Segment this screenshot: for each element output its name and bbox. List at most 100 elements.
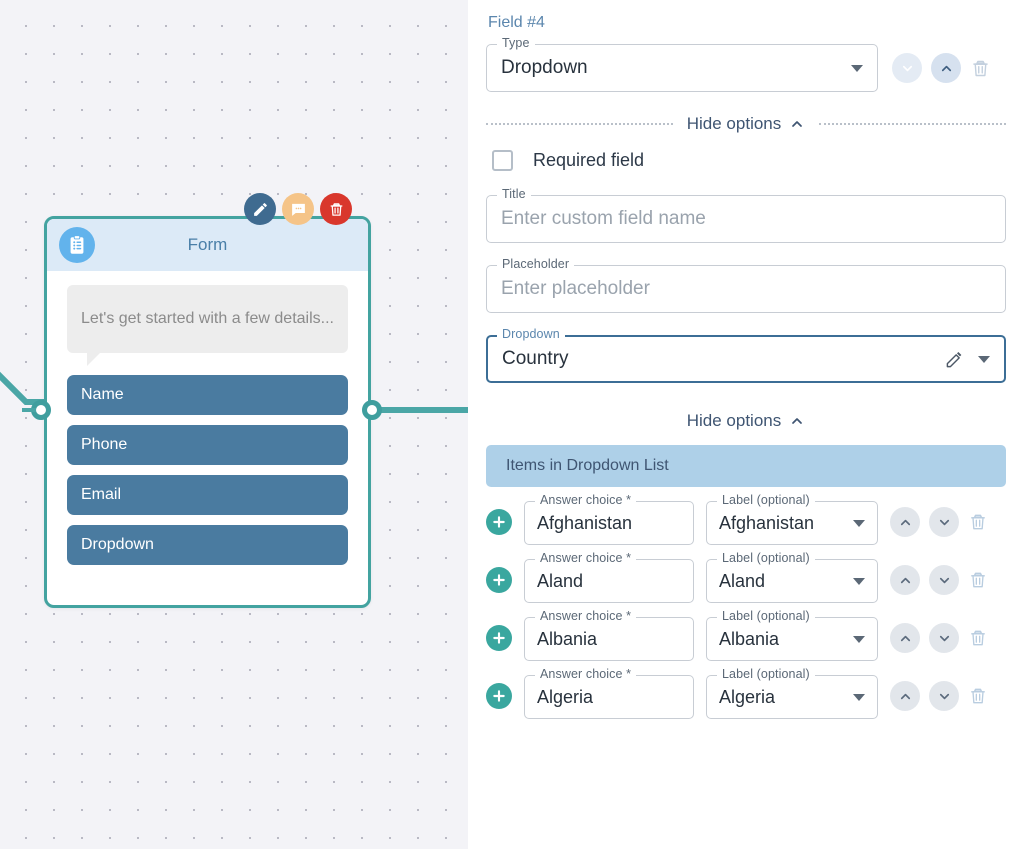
type-label: Type	[497, 36, 535, 50]
move-item-down-button[interactable]	[929, 623, 959, 653]
comment-node-button[interactable]	[282, 193, 314, 225]
move-field-down-button[interactable]	[892, 53, 922, 83]
answer-choice-input[interactable]: Answer choice * Aland	[524, 559, 694, 603]
answer-choice-input[interactable]: Answer choice * Afghanistan	[524, 501, 694, 545]
item-label-value: Afghanistan	[719, 513, 814, 534]
item-row-actions	[890, 565, 988, 595]
delete-item-button[interactable]	[968, 570, 988, 590]
form-field-chip-email[interactable]: Email	[67, 475, 348, 515]
title-input-label: Title	[497, 187, 531, 201]
form-field-chip-name[interactable]: Name	[67, 375, 348, 415]
pencil-icon	[252, 201, 269, 218]
move-field-up-button[interactable]	[931, 53, 961, 83]
title-input[interactable]: Title Enter custom field name	[486, 195, 1006, 243]
answer-choice-input[interactable]: Answer choice * Algeria	[524, 675, 694, 719]
move-item-up-button[interactable]	[890, 565, 920, 595]
hide-options-toggle-top[interactable]: Hide options	[687, 114, 806, 134]
node-input-port[interactable]	[31, 400, 51, 420]
item-label-label: Label (optional)	[717, 551, 815, 565]
chevron-up-icon	[898, 631, 913, 646]
dropdown-item-row: Answer choice * Algeria Label (optional)…	[486, 675, 1006, 719]
hide-options-row-second: Hide options	[486, 411, 1006, 431]
chevron-up-icon	[898, 689, 913, 704]
placeholder-input-placeholder: Enter placeholder	[501, 278, 650, 300]
item-label-label: Label (optional)	[717, 667, 815, 681]
form-field-chip-dropdown[interactable]: Dropdown	[67, 525, 348, 565]
item-label-label: Label (optional)	[717, 493, 815, 507]
chevron-down-icon	[937, 515, 952, 530]
trash-icon	[968, 628, 988, 648]
item-label-value: Aland	[719, 571, 765, 592]
form-node[interactable]: Form Let's get started with a few detail…	[44, 216, 371, 608]
item-row-actions	[890, 507, 988, 537]
caret-down-icon	[853, 636, 865, 643]
add-item-button[interactable]	[486, 509, 512, 535]
page-title: Field #4	[488, 14, 1006, 32]
item-row-actions	[890, 623, 988, 653]
node-output-port[interactable]	[362, 400, 382, 420]
answer-choice-value: Albania	[537, 629, 597, 650]
divider-left	[486, 123, 673, 125]
delete-item-button[interactable]	[968, 628, 988, 648]
move-item-up-button[interactable]	[890, 507, 920, 537]
hide-options-label: Hide options	[687, 114, 782, 134]
edit-node-button[interactable]	[244, 193, 276, 225]
delete-field-button[interactable]	[970, 58, 991, 79]
item-label-select[interactable]: Label (optional) Aland	[706, 559, 878, 603]
type-select[interactable]: Type Dropdown	[486, 44, 878, 92]
required-field-row: Required field	[492, 150, 1006, 171]
item-label-value: Albania	[719, 629, 779, 650]
answer-choice-input[interactable]: Answer choice * Albania	[524, 617, 694, 661]
delete-item-button[interactable]	[968, 686, 988, 706]
hide-options-divider-top: Hide options	[486, 114, 1006, 134]
add-item-button[interactable]	[486, 683, 512, 709]
plus-icon	[491, 514, 507, 530]
dropdown-source-select[interactable]: Dropdown Country	[486, 335, 1006, 383]
move-item-up-button[interactable]	[890, 623, 920, 653]
item-label-select[interactable]: Label (optional) Albania	[706, 617, 878, 661]
placeholder-input[interactable]: Placeholder Enter placeholder	[486, 265, 1006, 313]
dropdown-source-label: Dropdown	[497, 327, 565, 341]
chevron-down-icon	[937, 573, 952, 588]
item-row-actions	[890, 681, 988, 711]
type-row: Type Dropdown	[486, 44, 1006, 92]
answer-choice-label: Answer choice *	[535, 551, 636, 565]
answer-choice-label: Answer choice *	[535, 609, 636, 623]
add-item-button[interactable]	[486, 567, 512, 593]
form-node-title: Form	[95, 235, 320, 255]
dropdown-source-value: Country	[502, 348, 569, 370]
form-intro-message: Let's get started with a few details...	[67, 285, 348, 353]
form-field-chip-phone[interactable]: Phone	[67, 425, 348, 465]
answer-choice-value: Algeria	[537, 687, 593, 708]
delete-node-button[interactable]	[320, 193, 352, 225]
move-item-down-button[interactable]	[929, 681, 959, 711]
add-item-button[interactable]	[486, 625, 512, 651]
required-field-checkbox[interactable]	[492, 150, 513, 171]
caret-down-icon[interactable]	[978, 356, 990, 363]
hide-options-toggle-second[interactable]: Hide options	[687, 411, 806, 431]
item-label-label: Label (optional)	[717, 609, 815, 623]
chevron-up-icon	[789, 413, 805, 429]
dropdown-item-row: Answer choice * Afghanistan Label (optio…	[486, 501, 1006, 545]
caret-down-icon	[851, 65, 863, 72]
item-label-select[interactable]: Label (optional) Afghanistan	[706, 501, 878, 545]
chevron-up-icon	[939, 61, 954, 76]
title-input-placeholder: Enter custom field name	[501, 208, 706, 230]
move-item-down-button[interactable]	[929, 507, 959, 537]
outgoing-edge	[372, 407, 468, 413]
plus-icon	[491, 688, 507, 704]
placeholder-input-label: Placeholder	[497, 257, 574, 271]
node-action-bar	[244, 193, 352, 225]
chevron-down-icon	[937, 631, 952, 646]
comment-icon	[290, 201, 307, 218]
form-field-list: Name Phone Email Dropdown	[47, 353, 368, 565]
dropdown-item-row: Answer choice * Albania Label (optional)…	[486, 617, 1006, 661]
move-item-down-button[interactable]	[929, 565, 959, 595]
move-item-up-button[interactable]	[890, 681, 920, 711]
delete-item-button[interactable]	[968, 512, 988, 532]
app-root: Form Let's get started with a few detail…	[0, 0, 1024, 849]
chevron-up-icon	[789, 116, 805, 132]
item-label-select[interactable]: Label (optional) Algeria	[706, 675, 878, 719]
flow-canvas[interactable]: Form Let's get started with a few detail…	[0, 0, 468, 849]
pencil-icon[interactable]	[945, 350, 964, 369]
